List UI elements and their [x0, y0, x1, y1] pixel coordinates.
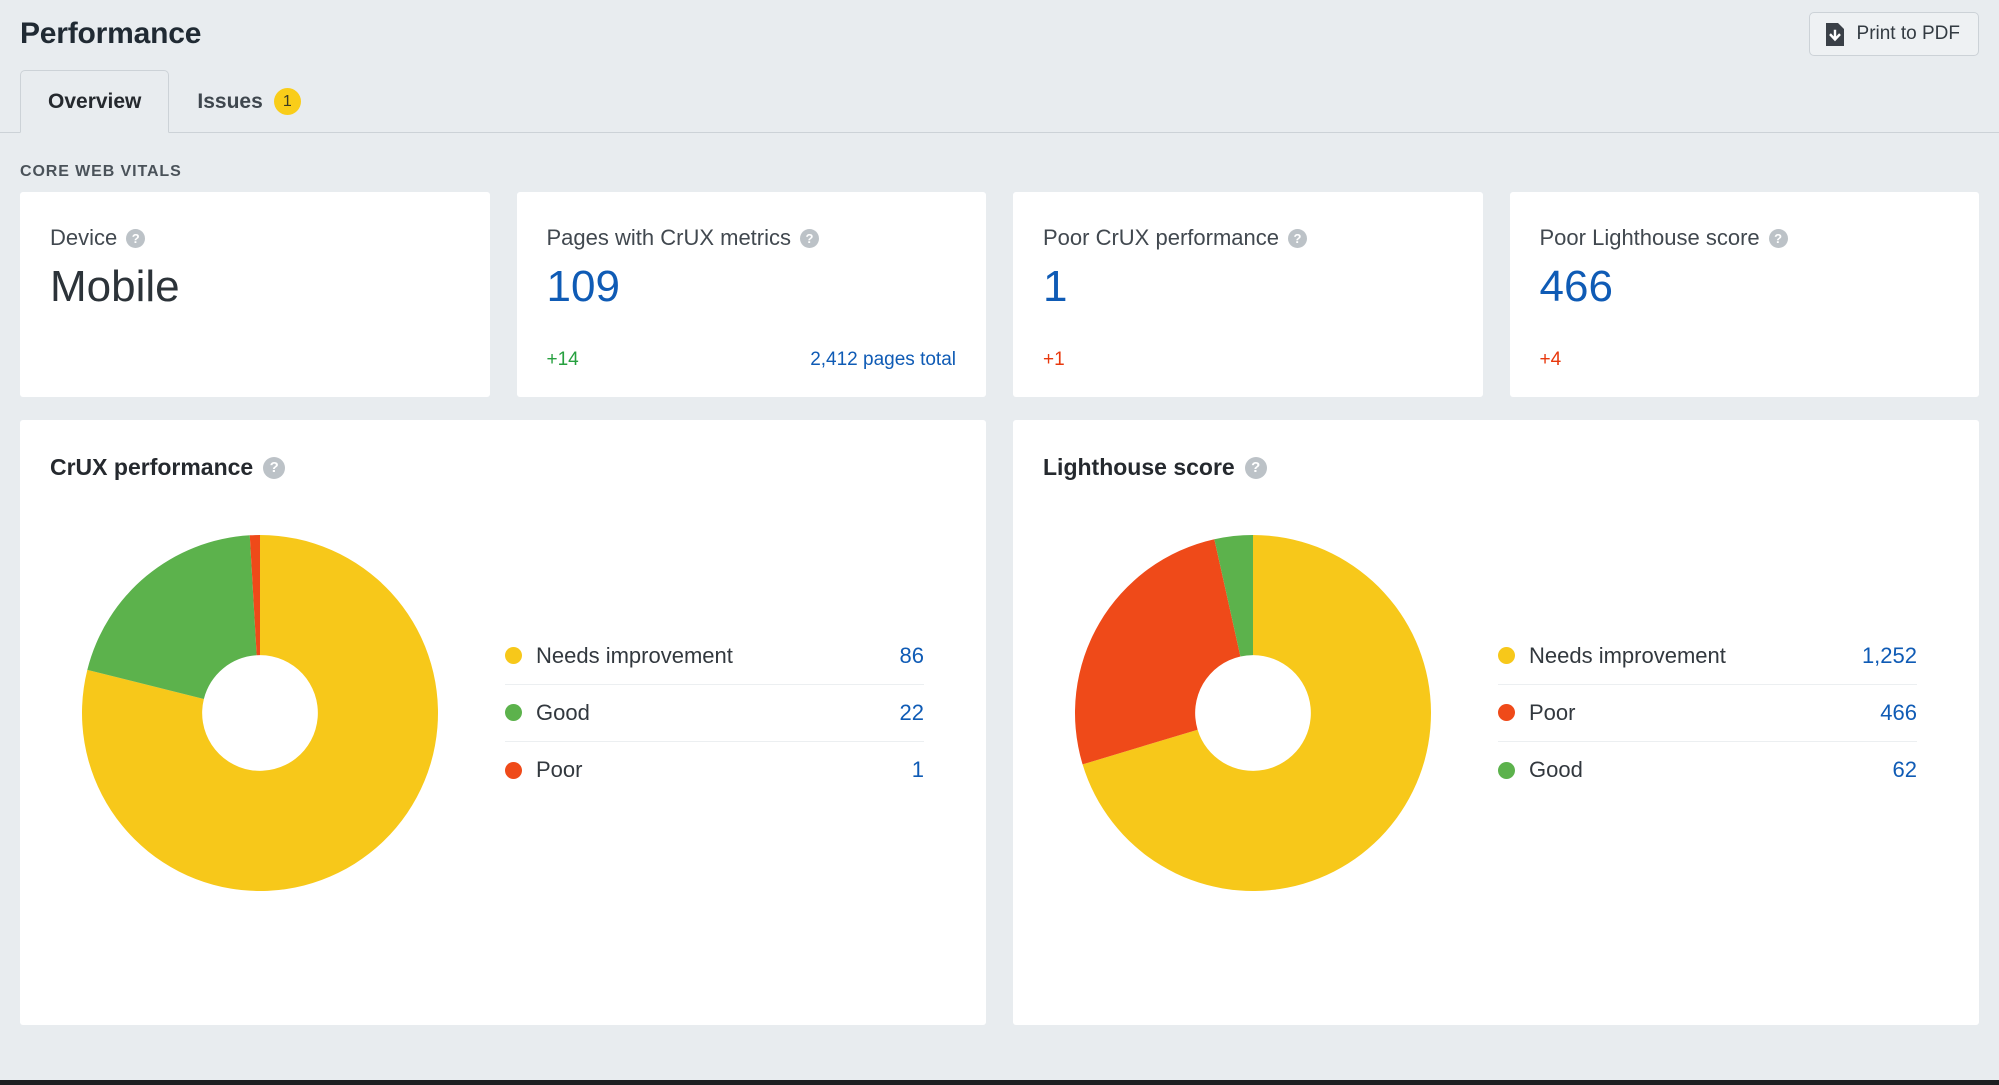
legend-row[interactable]: Needs improvement 86: [505, 628, 924, 685]
metric-card-poor-lighthouse-delta: +4: [1539, 349, 1562, 370]
panel-crux-performance-title-row: CrUX performance ?: [50, 454, 956, 481]
tab-bar: Overview Issues 1: [0, 68, 1999, 133]
metric-card-device: Device ? Mobile: [20, 192, 490, 397]
panel-lighthouse-score-body: Needs improvement 1,252 Poor 466 Good 62: [1043, 503, 1949, 923]
legend-color-dot-icon: [1498, 647, 1515, 664]
legend-value[interactable]: 22: [900, 700, 924, 726]
help-icon[interactable]: ?: [1768, 228, 1788, 248]
lighthouse-score-legend: Needs improvement 1,252 Poor 466 Good 62: [1463, 628, 1949, 799]
metric-card-device-value: Mobile: [50, 262, 180, 312]
help-icon[interactable]: ?: [1244, 456, 1267, 479]
tab-issues-label: Issues: [197, 89, 263, 113]
legend-row[interactable]: Good 22: [505, 685, 924, 742]
panel-lighthouse-score: Lighthouse score ? Needs improvement 1,25…: [1013, 420, 1979, 1025]
crux-performance-legend: Needs improvement 86 Good 22 Poor 1: [470, 628, 956, 799]
donut-slice-poor[interactable]: [1075, 539, 1241, 765]
legend-value[interactable]: 1: [912, 757, 924, 783]
pdf-download-icon: [1824, 22, 1846, 47]
tab-issues-badge: 1: [273, 88, 301, 115]
chart-panels-row: CrUX performance ? Needs improvement 86 Go…: [0, 397, 1999, 1025]
legend-label: Poor: [536, 757, 583, 782]
metric-card-device-label: Device ?: [50, 225, 460, 250]
donut-svg: [81, 535, 438, 891]
bottom-strip: [0, 1080, 1999, 1085]
legend-label: Good: [536, 699, 590, 725]
legend-label: Needs improvement: [536, 642, 733, 668]
metric-card-device-title: Device: [50, 225, 118, 250]
crux-performance-donut-chart: [50, 503, 470, 923]
metric-card-poor-crux-delta: +1: [1043, 349, 1065, 370]
metric-card-pages-total[interactable]: 2,412 pages total: [810, 349, 956, 371]
metric-cards-row: Device ? Mobile Pages with CrUX metrics …: [0, 192, 1999, 397]
metric-card-poor-lighthouse-title: Poor Lighthouse score: [1539, 225, 1760, 250]
legend-value[interactable]: 86: [900, 643, 924, 669]
help-icon[interactable]: ?: [263, 456, 286, 479]
legend-color-dot-icon: [505, 761, 522, 779]
metric-card-pages-delta: +14: [546, 349, 579, 370]
section-label-core-web-vitals: CORE WEB VITALS: [20, 163, 182, 180]
metric-card-pages-value[interactable]: 109: [547, 260, 957, 314]
legend-color-dot-icon: [505, 647, 522, 664]
legend-row[interactable]: Poor 1: [505, 742, 924, 799]
panel-crux-performance: CrUX performance ? Needs improvement 86 Go…: [20, 420, 986, 1025]
metric-card-pages-footer: +14 2,412 pages total: [547, 349, 957, 371]
legend-color-dot-icon: [1498, 761, 1515, 779]
metric-card-poor-lighthouse-label: Poor Lighthouse score ?: [1539, 225, 1950, 250]
donut-slice-good[interactable]: [87, 535, 257, 699]
help-icon[interactable]: ?: [126, 228, 146, 248]
legend-value[interactable]: 62: [1893, 757, 1917, 783]
help-icon[interactable]: ?: [1287, 228, 1307, 248]
metric-card-poor-lighthouse-footer: +4: [1540, 349, 1950, 371]
metric-card-poor-lighthouse-value[interactable]: 466: [1540, 260, 1950, 314]
legend-value[interactable]: 466: [1880, 700, 1917, 726]
donut-svg: [1075, 535, 1431, 891]
panel-lighthouse-score-title-row: Lighthouse score ?: [1043, 454, 1949, 481]
lighthouse-score-donut-chart: [1043, 503, 1463, 923]
metric-card-pages-label: Pages with CrUX metrics ?: [546, 225, 957, 250]
metric-card-poor-crux-footer: +1: [1043, 349, 1453, 371]
metric-card-poor-crux-title: Poor CrUX performance: [1043, 225, 1279, 250]
tab-overview-label: Overview: [48, 89, 142, 113]
legend-value[interactable]: 1,252: [1862, 643, 1917, 669]
metric-card-poor-crux-label: Poor CrUX performance ?: [1043, 225, 1453, 250]
panel-crux-performance-title: CrUX performance: [50, 454, 254, 480]
metric-card-pages-title: Pages with CrUX metrics: [546, 225, 792, 250]
legend-label: Good: [1529, 757, 1583, 782]
metric-card-poor-crux-performance: Poor CrUX performance ? 1 +1: [1013, 192, 1483, 397]
legend-color-dot-icon: [1498, 704, 1515, 721]
help-icon[interactable]: ?: [800, 228, 820, 248]
legend-label: Needs improvement: [1529, 642, 1726, 668]
metric-card-poor-crux-value[interactable]: 1: [1043, 260, 1453, 314]
metric-card-poor-lighthouse-score: Poor Lighthouse score ? 466 +4: [1509, 192, 1979, 397]
print-to-pdf-label: Print to PDF: [1856, 23, 1960, 44]
print-to-pdf-button[interactable]: Print to PDF: [1808, 12, 1979, 56]
panel-lighthouse-score-title: Lighthouse score: [1043, 454, 1235, 480]
legend-row[interactable]: Good 62: [1498, 742, 1917, 799]
page-header: Performance Print to PDF: [0, 0, 1999, 68]
legend-color-dot-icon: [505, 704, 522, 721]
panel-crux-performance-body: Needs improvement 86 Good 22 Poor 1: [50, 503, 956, 923]
tab-issues[interactable]: Issues 1: [169, 70, 328, 133]
legend-label: Poor: [1529, 699, 1576, 725]
metric-card-pages-with-crux-metrics: Pages with CrUX metrics ? 109 +14 2,412 …: [516, 192, 986, 397]
page-title: Performance: [20, 17, 202, 50]
legend-row[interactable]: Needs improvement 1,252: [1498, 628, 1917, 685]
legend-row[interactable]: Poor 466: [1498, 685, 1917, 742]
tab-overview[interactable]: Overview: [20, 70, 170, 133]
